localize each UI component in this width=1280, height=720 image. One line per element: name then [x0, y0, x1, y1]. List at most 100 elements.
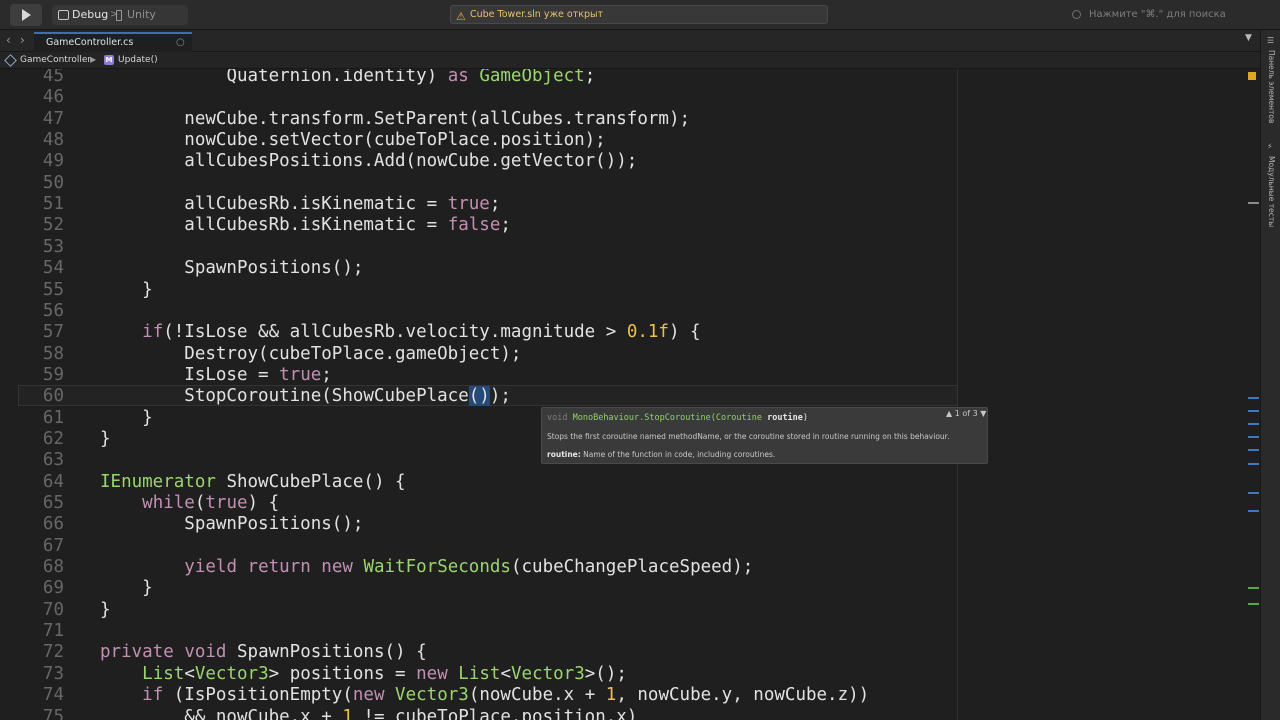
code-line[interactable]: 73 List<Vector3> positions = new List<Ve… [0, 664, 1240, 685]
code-token: ; [500, 215, 511, 236]
back-arrow-icon[interactable]: ‹ [6, 33, 11, 47]
code-text: List<Vector3> positions = new List<Vecto… [100, 664, 627, 685]
tab-gamecontroller[interactable]: GameController.cs ○ [34, 32, 192, 52]
code-token: (cubeChangePlaceSpeed); [510, 557, 754, 578]
code-line[interactable]: 60 StopCoroutine(ShowCubePlace()); [0, 386, 1240, 407]
search-input[interactable]: Нажмите "⌘." для поиска [1066, 5, 1270, 24]
code-token: (IsPositionEmpty( [163, 685, 353, 706]
code-text: while(true) { [100, 493, 279, 514]
code-token: SpawnPositions(); [100, 258, 364, 279]
code-text: allCubesRb.isKinematic = true; [100, 194, 500, 215]
code-line[interactable]: 55 } [0, 280, 1240, 301]
code-token: yield [184, 557, 237, 578]
unit-tests-tab[interactable]: Модульные тесты [1264, 156, 1278, 227]
code-token: allCubesPositions.Add(nowCube.getVector(… [100, 151, 638, 172]
line-number: 48 [42, 130, 64, 151]
line-number: 75 [42, 706, 64, 720]
status-text: Cube Tower.sln уже открыт [470, 9, 604, 20]
code-line[interactable]: 49 allCubesPositions.Add(nowCube.getVect… [0, 151, 1240, 172]
code-line[interactable]: 50 [0, 173, 1240, 194]
code-line[interactable]: 67 [0, 536, 1240, 557]
code-line[interactable]: 64 IEnumerator ShowCubePlace() { [0, 472, 1240, 493]
code-token: ); [489, 386, 511, 407]
code-line[interactable]: 70} [0, 600, 1240, 621]
ruler-marker[interactable] [1248, 449, 1259, 451]
forward-arrow-icon[interactable]: › [20, 33, 25, 47]
breadcrumb-class[interactable]: GameController [20, 52, 91, 68]
configuration-selector[interactable]: Debug > Unity Editor [52, 5, 188, 41]
ruler-marker[interactable] [1248, 603, 1259, 605]
breadcrumb-method[interactable]: Update() [118, 52, 158, 68]
code-token: GameObject [479, 69, 585, 86]
run-button[interactable] [10, 4, 42, 26]
code-token: ; [489, 194, 501, 215]
warning-marker[interactable] [1248, 72, 1256, 80]
code-editor[interactable]: 45 Quaternion.identity) as GameObject; 46… [0, 69, 1260, 720]
code-line[interactable]: 56 [0, 301, 1240, 322]
code-token: SpawnPositions(); [100, 514, 364, 535]
line-number: 69 [42, 578, 64, 599]
code-line[interactable]: 45 Quaternion.identity) as GameObject; [0, 69, 1240, 87]
unit-tests-icon: ⚡ [1267, 142, 1273, 151]
code-text: Destroy(cubeToPlace.gameObject); [100, 344, 521, 365]
code-line[interactable]: 66 SpawnPositions(); [0, 514, 1240, 535]
code-line[interactable]: 57 if(!IsLose && allCubesRb.velocity.mag… [0, 322, 1240, 343]
overload-selector[interactable]: ▲ 1 of 3 ▼ [946, 409, 986, 418]
code-line[interactable]: 72 private void SpawnPositions() { [0, 642, 1240, 663]
close-icon[interactable]: ○ [176, 34, 185, 51]
code-line[interactable]: 48 nowCube.setVector(cubeToPlace.positio… [0, 130, 1240, 151]
code-token: () [468, 386, 490, 407]
code-line[interactable]: 69 } [0, 578, 1240, 599]
code-line[interactable]: 46 [0, 87, 1240, 108]
code-line[interactable]: 47 newCube.transform.SetParent(allCubes.… [0, 109, 1240, 130]
tooltip-param-type: Coroutine [715, 413, 762, 423]
search-placeholder: Нажмите "⌘." для поиска [1089, 9, 1226, 20]
code-line[interactable]: 74 if (IsPositionEmpty(new Vector3(nowCu… [0, 685, 1240, 706]
toolbox-tab[interactable]: Панель элементов [1264, 50, 1278, 123]
tooltip-close-paren: ) [802, 413, 809, 423]
breadcrumb: GameController ▶ M Update() [0, 52, 1260, 69]
ruler-marker[interactable] [1248, 492, 1259, 494]
configuration-icon [58, 10, 69, 20]
code-text: } [100, 429, 111, 450]
code-text: && nowCube.x + 1 != cubeToPlace.position… [100, 707, 637, 720]
tooltip-method: MonoBehaviour.StopCoroutine( [572, 413, 716, 423]
ruler-marker[interactable] [1248, 397, 1259, 399]
line-number: 53 [42, 236, 64, 257]
code-line[interactable]: 51 allCubesRb.isKinematic = true; [0, 194, 1240, 215]
line-number: 55 [42, 279, 64, 300]
code-line[interactable]: 54 SpawnPositions(); [0, 258, 1240, 279]
ruler-marker[interactable] [1248, 202, 1259, 204]
code-line[interactable]: 65 while(true) { [0, 493, 1240, 514]
code-token: ( [194, 493, 206, 513]
code-token: true [205, 493, 248, 513]
ruler-marker[interactable] [1248, 587, 1259, 589]
code-line[interactable]: 59 IsLose = true; [0, 365, 1240, 386]
ruler-marker[interactable] [1248, 436, 1259, 438]
chevron-down-icon[interactable]: ▼ [1245, 33, 1252, 43]
ruler-marker[interactable] [1248, 463, 1259, 465]
code-line[interactable]: 75 && nowCube.x + 1 != cubeToPlace.posit… [0, 707, 1240, 720]
code-line[interactable]: 58 Destroy(cubeToPlace.gameObject); [0, 344, 1240, 365]
status-bar[interactable]: ⚠ Cube Tower.sln уже открыт [450, 5, 828, 24]
ruler-marker[interactable] [1248, 410, 1259, 412]
code-text: if(!IsLose && allCubesRb.velocity.magnit… [100, 322, 700, 343]
line-number: 70 [42, 599, 64, 620]
code-line[interactable]: 71 [0, 621, 1240, 642]
ruler-marker[interactable] [1248, 510, 1259, 512]
ruler-marker[interactable] [1248, 423, 1259, 425]
code-line[interactable]: 52 allCubesRb.isKinematic = false; [0, 215, 1240, 236]
code-token: ; [321, 364, 332, 385]
code-text: yield return new WaitForSeconds(cubeChan… [100, 557, 753, 578]
code-line[interactable]: 53 [0, 237, 1240, 258]
line-number: 62 [42, 428, 64, 449]
overview-ruler[interactable] [1240, 69, 1260, 720]
code-token: > positions = [268, 663, 417, 684]
tooltip-signature: void MonoBehaviour.StopCoroutine(Corouti… [547, 413, 808, 423]
code-line[interactable]: 68 yield return new WaitForSeconds(cubeC… [0, 557, 1240, 578]
